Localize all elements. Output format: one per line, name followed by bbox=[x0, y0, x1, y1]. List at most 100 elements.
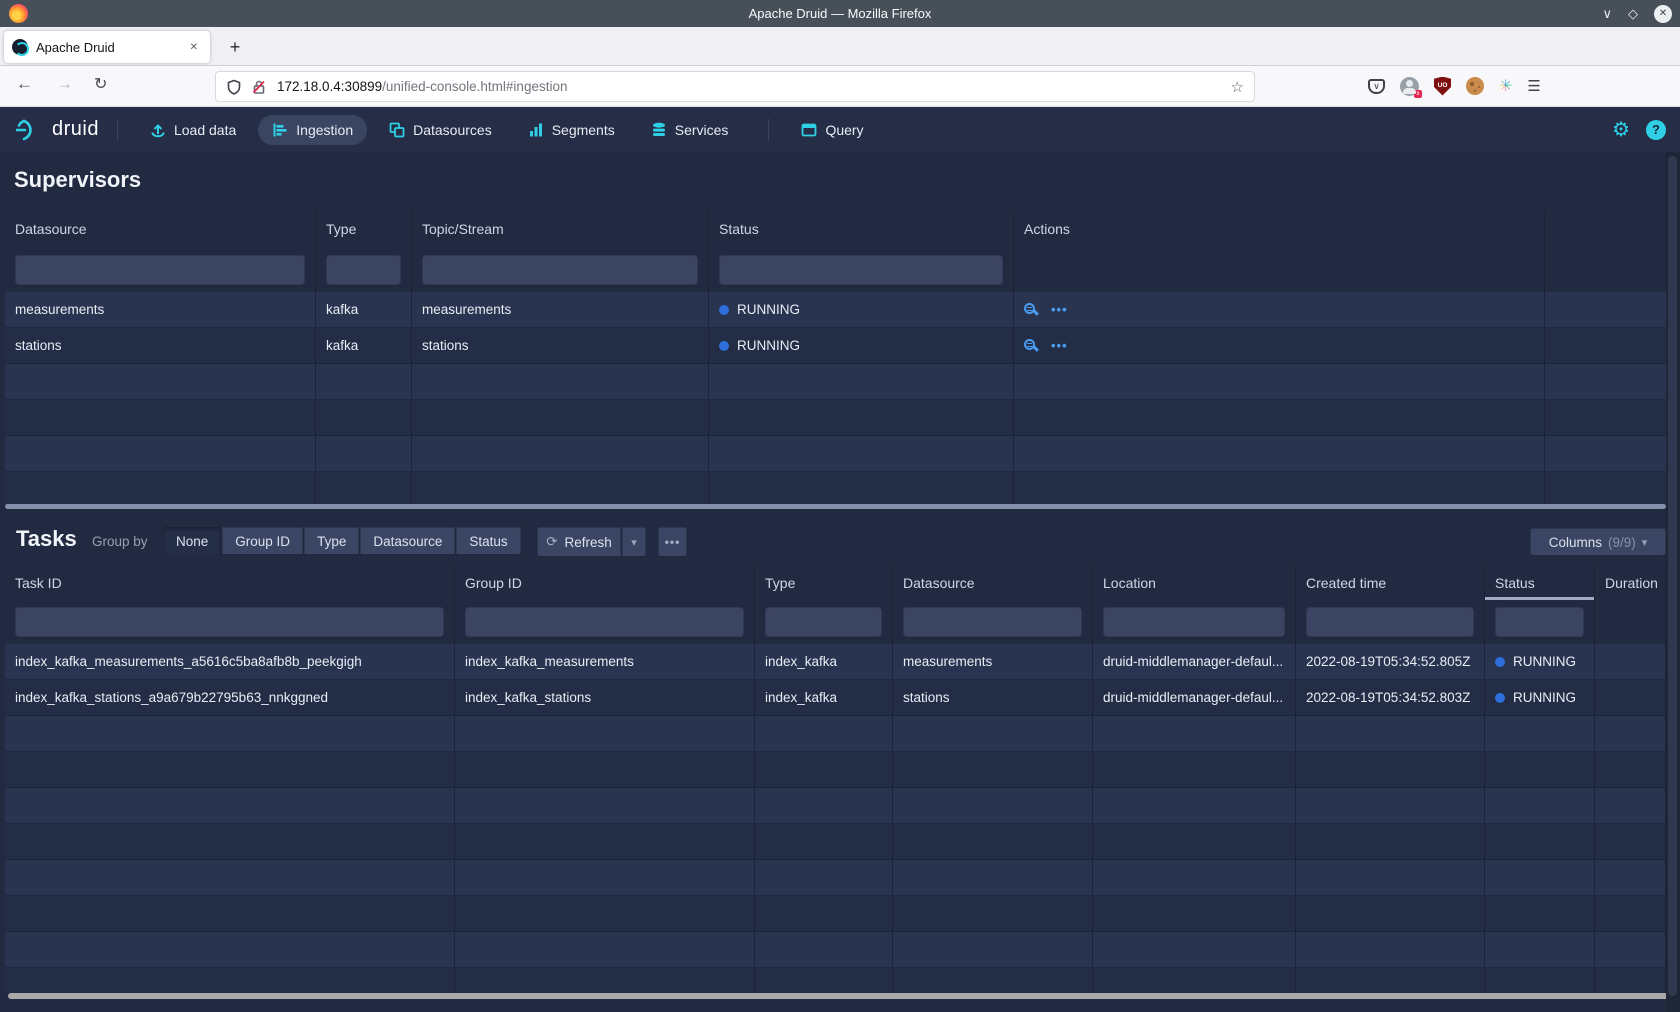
group-by-group-id-button[interactable]: Group ID bbox=[222, 527, 303, 555]
cell-topic-stream: stations bbox=[412, 328, 709, 363]
druid-brand[interactable]: druid bbox=[16, 117, 99, 143]
magnifier-icon[interactable] bbox=[1024, 339, 1035, 350]
insecure-lock-icon[interactable] bbox=[251, 79, 267, 95]
cell-created-time: 2022-08-19T05:34:52.805Z bbox=[1296, 644, 1485, 679]
datasources-icon bbox=[389, 122, 405, 138]
window-close-button[interactable]: ✕ bbox=[1654, 5, 1672, 23]
magnifier-icon[interactable] bbox=[1024, 303, 1035, 314]
chevron-down-icon: ▾ bbox=[1642, 536, 1648, 549]
filter-input-location[interactable] bbox=[1103, 607, 1285, 637]
tasks-columns-button[interactable]: Columns (9/9) ▾ bbox=[1530, 528, 1666, 556]
row-more-icon[interactable]: ••• bbox=[1051, 338, 1068, 353]
col-header-duration[interactable]: Duration bbox=[1595, 565, 1666, 600]
task-row[interactable]: index_kafka_measurements_a5616c5ba8afb8b… bbox=[5, 644, 1666, 680]
status-text: RUNNING bbox=[737, 338, 800, 353]
filter-cell-empty bbox=[1545, 248, 1666, 292]
group-by-type-button[interactable]: Type bbox=[304, 527, 359, 555]
nav-item-query[interactable]: Query bbox=[787, 115, 877, 145]
cell-task-id: index_kafka_measurements_a5616c5ba8afb8b… bbox=[5, 644, 455, 679]
col-header-status-sorted[interactable]: Status bbox=[1485, 565, 1595, 600]
reload-button[interactable]: ↻ bbox=[94, 74, 107, 94]
bookmark-star-icon[interactable]: ☆ bbox=[1231, 78, 1244, 96]
tab-bar: Apache Druid ✕ + bbox=[0, 27, 1680, 66]
url-text[interactable]: 172.18.0.4:30899/unified-console.html#in… bbox=[277, 79, 1231, 94]
col-header-type[interactable]: Type bbox=[755, 565, 893, 600]
filter-input-created-time[interactable] bbox=[1306, 607, 1474, 637]
filter-cell-empty bbox=[1595, 600, 1666, 644]
account-extension-icon[interactable]: x bbox=[1400, 77, 1419, 96]
page-scrollbar-thumb[interactable] bbox=[1668, 156, 1677, 996]
tab-close-icon[interactable]: ✕ bbox=[186, 40, 202, 55]
filter-input-task-id[interactable] bbox=[15, 607, 444, 637]
druid-brand-text: druid bbox=[52, 118, 99, 141]
cell-task-id: index_kafka_stations_a9a679b22795b63_nnk… bbox=[5, 680, 455, 715]
back-button[interactable]: ← bbox=[16, 74, 33, 94]
col-header-topic-stream[interactable]: Topic/Stream bbox=[412, 210, 709, 248]
tracking-shield-icon[interactable] bbox=[226, 79, 242, 95]
nav-label: Segments bbox=[552, 122, 615, 138]
menu-icon[interactable]: ☰ bbox=[1527, 77, 1540, 95]
col-header-task-id[interactable]: Task ID bbox=[5, 565, 455, 600]
url-bar[interactable]: 172.18.0.4:30899/unified-console.html#in… bbox=[215, 71, 1255, 102]
page-scrollbar-track bbox=[1666, 152, 1680, 1012]
tasks-refresh-button[interactable]: ⟳ Refresh bbox=[537, 527, 621, 557]
navbar-divider bbox=[117, 119, 118, 141]
filter-input-status[interactable] bbox=[719, 255, 1003, 285]
col-header-filler bbox=[1545, 210, 1666, 248]
cell-created-time: 2022-08-19T05:34:52.803Z bbox=[1296, 680, 1485, 715]
navbar-divider bbox=[768, 119, 769, 141]
col-header-type[interactable]: Type bbox=[316, 210, 412, 248]
row-more-icon[interactable]: ••• bbox=[1051, 302, 1068, 317]
filter-input-type[interactable] bbox=[326, 255, 401, 285]
druid-navbar: druid Load data Ingestion Datasources bbox=[0, 107, 1680, 152]
filter-input-status[interactable] bbox=[1495, 607, 1584, 637]
group-by-button-group: None Group ID Type Datasource Status bbox=[163, 527, 521, 555]
cell-topic-stream: measurements bbox=[412, 292, 709, 327]
nav-item-segments[interactable]: Segments bbox=[514, 115, 629, 145]
pocket-icon[interactable]: ∨ bbox=[1368, 79, 1385, 94]
col-header-datasource[interactable]: Datasource bbox=[5, 210, 316, 248]
nav-item-datasources[interactable]: Datasources bbox=[375, 115, 506, 145]
browser-tab-apache-druid[interactable]: Apache Druid ✕ bbox=[4, 31, 210, 63]
supervisors-horizontal-scrollbar[interactable] bbox=[5, 504, 1666, 509]
col-header-location[interactable]: Location bbox=[1093, 565, 1296, 600]
group-by-none-button[interactable]: None bbox=[163, 527, 221, 555]
filter-input-datasource[interactable] bbox=[15, 255, 305, 285]
extension-asterisk-icon[interactable]: ✳ bbox=[1499, 76, 1512, 96]
col-header-status[interactable]: Status bbox=[709, 210, 1014, 248]
group-by-status-button[interactable]: Status bbox=[456, 527, 520, 555]
settings-gear-icon[interactable]: ⚙ bbox=[1612, 117, 1630, 142]
nav-item-load-data[interactable]: Load data bbox=[136, 115, 250, 145]
cell-duration bbox=[1595, 680, 1666, 715]
nav-item-services[interactable]: Services bbox=[637, 115, 743, 145]
filter-input-topic-stream[interactable] bbox=[422, 255, 698, 285]
empty-row bbox=[5, 472, 1666, 505]
supervisor-row[interactable]: stations kafka stations RUNNING ••• bbox=[5, 328, 1666, 364]
filter-input-group-id[interactable] bbox=[465, 607, 744, 637]
supervisor-row[interactable]: measurements kafka measurements RUNNING … bbox=[5, 292, 1666, 328]
ublock-origin-icon[interactable]: UO bbox=[1434, 77, 1451, 96]
tasks-refresh-dropdown-button[interactable]: ▾ bbox=[622, 527, 646, 557]
nav-label: Services bbox=[675, 122, 729, 138]
group-by-datasource-button[interactable]: Datasource bbox=[360, 527, 455, 555]
cookie-extension-icon[interactable] bbox=[1466, 77, 1484, 95]
filter-input-datasource[interactable] bbox=[903, 607, 1082, 637]
url-path: /unified-console.html#ingestion bbox=[382, 79, 567, 94]
url-host: 172.18.0.4:30899 bbox=[277, 79, 382, 94]
window-maximize-button[interactable]: ◇ bbox=[1628, 0, 1638, 27]
tasks-more-button[interactable]: ••• bbox=[658, 527, 687, 557]
empty-row bbox=[5, 752, 1666, 788]
col-header-created-time[interactable]: Created time bbox=[1296, 565, 1485, 600]
empty-row bbox=[5, 400, 1666, 436]
col-header-group-id[interactable]: Group ID bbox=[455, 565, 755, 600]
window-minimize-button[interactable]: ∨ bbox=[1602, 0, 1612, 27]
window-titlebar: Apache Druid — Mozilla Firefox ∨ ◇ ✕ bbox=[0, 0, 1680, 27]
cell-datasource: stations bbox=[5, 328, 316, 363]
new-tab-button[interactable]: + bbox=[222, 34, 248, 60]
help-icon[interactable]: ? bbox=[1646, 120, 1666, 140]
task-row[interactable]: index_kafka_stations_a9a679b22795b63_nnk… bbox=[5, 680, 1666, 716]
col-header-datasource[interactable]: Datasource bbox=[893, 565, 1093, 600]
nav-item-ingestion[interactable]: Ingestion bbox=[258, 115, 367, 145]
filter-input-type[interactable] bbox=[765, 607, 882, 637]
tasks-horizontal-scrollbar[interactable] bbox=[8, 993, 1668, 999]
